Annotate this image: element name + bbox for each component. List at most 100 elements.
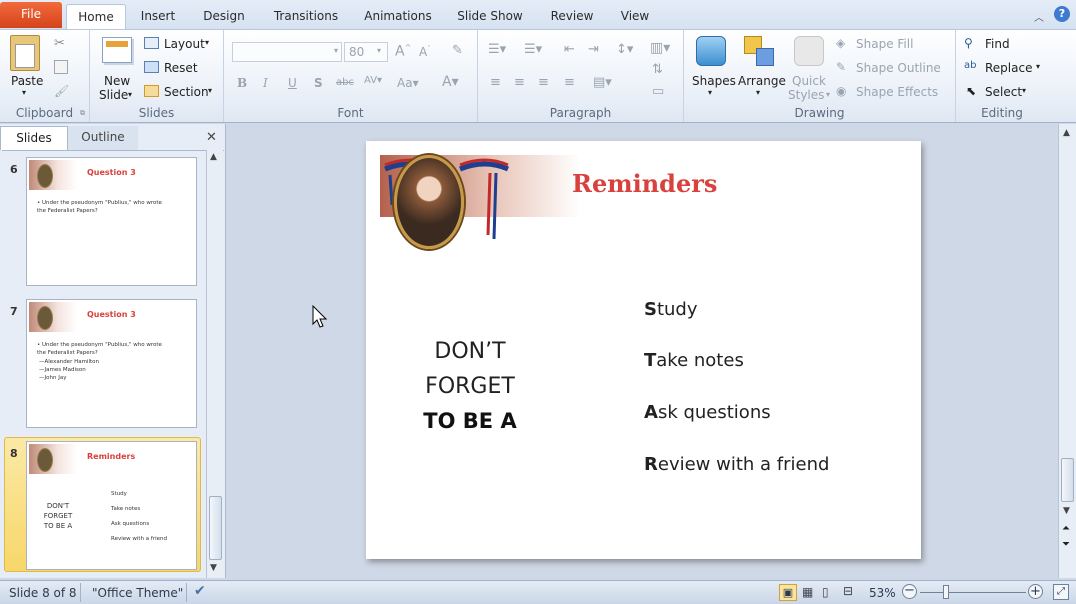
- align-left-icon[interactable]: ≡: [490, 75, 501, 90]
- slide-list-item[interactable]: Review with a friend: [644, 454, 829, 475]
- font-size-dropdown-icon[interactable]: ▾: [377, 46, 381, 55]
- slide-sorter-icon[interactable]: ▦: [802, 585, 813, 599]
- slide-left-line-2[interactable]: FORGET: [400, 374, 540, 399]
- select-dropdown-icon[interactable]: ▾: [1022, 86, 1026, 95]
- slide-canvas[interactable]: Reminders DON’T FORGET TO BE A Study Tak…: [366, 141, 921, 559]
- shapes-dropdown-icon[interactable]: ▾: [708, 88, 712, 97]
- new-slide-icon[interactable]: [102, 37, 132, 63]
- slide-list-item[interactable]: Ask questions: [644, 402, 771, 423]
- font-name-input[interactable]: [232, 42, 342, 62]
- bold-icon[interactable]: B: [237, 76, 247, 90]
- tab-transitions[interactable]: Transitions: [268, 4, 344, 30]
- slide-thumbnail-6[interactable]: Question 3 • Under the pseudonym "Publiu…: [26, 157, 197, 286]
- replace-button[interactable]: Replace: [985, 61, 1032, 75]
- section-button[interactable]: Section: [164, 85, 209, 99]
- cut-icon[interactable]: ✂: [54, 36, 68, 51]
- fit-to-window-icon[interactable]: ⤢: [1053, 584, 1069, 600]
- slide-list-item[interactable]: Study: [644, 299, 698, 320]
- italic-icon[interactable]: I: [263, 76, 268, 90]
- grow-font-icon[interactable]: A^: [395, 43, 411, 60]
- tab-insert[interactable]: Insert: [133, 4, 183, 30]
- layout-dropdown-icon[interactable]: ▾: [205, 38, 209, 47]
- shape-effects-button[interactable]: Shape Effects: [856, 85, 938, 99]
- align-center-icon[interactable]: ≡: [514, 75, 525, 90]
- shape-effects-icon[interactable]: ◉: [836, 84, 846, 98]
- shape-fill-button[interactable]: Shape Fill: [856, 37, 913, 51]
- scroll-down-icon[interactable]: ▼: [1063, 506, 1070, 516]
- reset-icon[interactable]: [144, 61, 159, 73]
- arrange-icon[interactable]: [744, 36, 774, 66]
- tab-file[interactable]: File: [0, 2, 62, 28]
- shape-outline-button[interactable]: Shape Outline: [856, 61, 941, 75]
- underline-icon[interactable]: U: [288, 76, 297, 90]
- tab-slide-show[interactable]: Slide Show: [452, 4, 528, 30]
- font-color-icon[interactable]: A▾: [442, 74, 459, 90]
- scroll-down-icon[interactable]: ▼: [210, 563, 217, 573]
- pane-tab-outline[interactable]: Outline: [68, 126, 138, 150]
- close-pane-icon[interactable]: ✕: [206, 130, 217, 145]
- shapes-button[interactable]: Shapes: [692, 74, 736, 88]
- scroll-thumb[interactable]: [209, 496, 222, 560]
- tab-animations[interactable]: Animations: [358, 4, 438, 30]
- align-columns-icon[interactable]: ▤▾: [593, 75, 612, 90]
- quick-styles-dropdown-icon[interactable]: ▾: [826, 90, 830, 99]
- text-direction-icon[interactable]: ⇅: [652, 62, 663, 77]
- find-icon[interactable]: ⚲: [964, 36, 973, 50]
- section-icon[interactable]: [144, 85, 159, 97]
- new-slide-label-2[interactable]: Slide: [99, 88, 128, 102]
- quick-styles-icon[interactable]: [794, 36, 824, 66]
- new-slide-label-1[interactable]: New: [104, 74, 130, 88]
- quick-styles-label-2[interactable]: Styles: [788, 88, 824, 102]
- previous-slide-icon[interactable]: ⏶: [1062, 524, 1070, 534]
- character-spacing-icon[interactable]: AV▾: [364, 75, 382, 86]
- shapes-icon[interactable]: [696, 36, 726, 66]
- format-painter-icon[interactable]: 🖌: [54, 84, 69, 98]
- slides-pane-scrollbar[interactable]: ▲ ▼: [206, 150, 223, 578]
- line-spacing-icon[interactable]: ↕▾: [616, 42, 633, 57]
- pane-tab-slides[interactable]: Slides: [0, 126, 68, 150]
- slide-thumbnail-8[interactable]: Reminders DON'T FORGET TO BE A Study Tak…: [26, 441, 197, 570]
- normal-view-icon[interactable]: ▣: [779, 584, 797, 601]
- bullets-icon[interactable]: ☰▾: [488, 42, 506, 57]
- tab-view[interactable]: View: [615, 4, 655, 30]
- next-slide-icon[interactable]: ⏷: [1062, 540, 1070, 550]
- align-right-icon[interactable]: ≡: [538, 75, 549, 90]
- reading-view-icon[interactable]: ▯: [822, 585, 829, 599]
- columns-icon[interactable]: ▥▾: [650, 40, 670, 56]
- help-icon[interactable]: ?: [1054, 6, 1070, 22]
- scroll-up-icon[interactable]: ▲: [210, 152, 217, 162]
- arrange-dropdown-icon[interactable]: ▾: [756, 88, 760, 97]
- strikethrough-icon[interactable]: abc: [336, 77, 354, 88]
- zoom-slider-track[interactable]: [920, 592, 1026, 593]
- layout-button[interactable]: Layout: [164, 37, 205, 51]
- shrink-font-icon[interactable]: Aˇ: [419, 45, 431, 59]
- quick-styles-label-1[interactable]: Quick: [792, 74, 826, 88]
- decrease-indent-icon[interactable]: ⇤: [564, 42, 575, 57]
- slide-left-line-1[interactable]: DON’T: [400, 339, 540, 364]
- text-shadow-icon[interactable]: S: [314, 76, 323, 90]
- theme-name[interactable]: "Office Theme": [92, 586, 183, 600]
- slide-show-icon[interactable]: ⊟: [843, 584, 853, 598]
- shape-outline-icon[interactable]: ✎: [836, 60, 846, 74]
- zoom-in-icon[interactable]: +: [1028, 584, 1043, 599]
- zoom-level[interactable]: 53%: [869, 586, 896, 600]
- scroll-up-icon[interactable]: ▲: [1063, 128, 1070, 138]
- slide-left-line-3[interactable]: TO BE A: [400, 409, 540, 433]
- section-dropdown-icon[interactable]: ▾: [208, 86, 212, 95]
- scroll-thumb[interactable]: [1061, 458, 1074, 502]
- tab-home[interactable]: Home: [66, 4, 126, 31]
- numbering-icon[interactable]: ☰▾: [524, 42, 542, 57]
- change-case-icon[interactable]: Aa▾: [397, 76, 419, 90]
- slide-title[interactable]: Reminders: [572, 169, 717, 198]
- main-vertical-scrollbar[interactable]: ▲ ▼ ⏶ ⏷: [1058, 124, 1076, 578]
- clear-formatting-icon[interactable]: ✎: [452, 43, 463, 58]
- new-slide-dropdown-icon[interactable]: ▾: [128, 90, 132, 99]
- zoom-slider-thumb[interactable]: [943, 585, 949, 599]
- replace-dropdown-icon[interactable]: ▾: [1036, 62, 1040, 71]
- slide-thumbnail-7[interactable]: Question 3 • Under the pseudonym "Publiu…: [26, 299, 197, 428]
- layout-icon[interactable]: [144, 37, 159, 49]
- reset-button[interactable]: Reset: [164, 61, 198, 75]
- zoom-out-icon[interactable]: −: [902, 584, 917, 599]
- increase-indent-icon[interactable]: ⇥: [588, 42, 599, 57]
- tab-design[interactable]: Design: [198, 4, 250, 30]
